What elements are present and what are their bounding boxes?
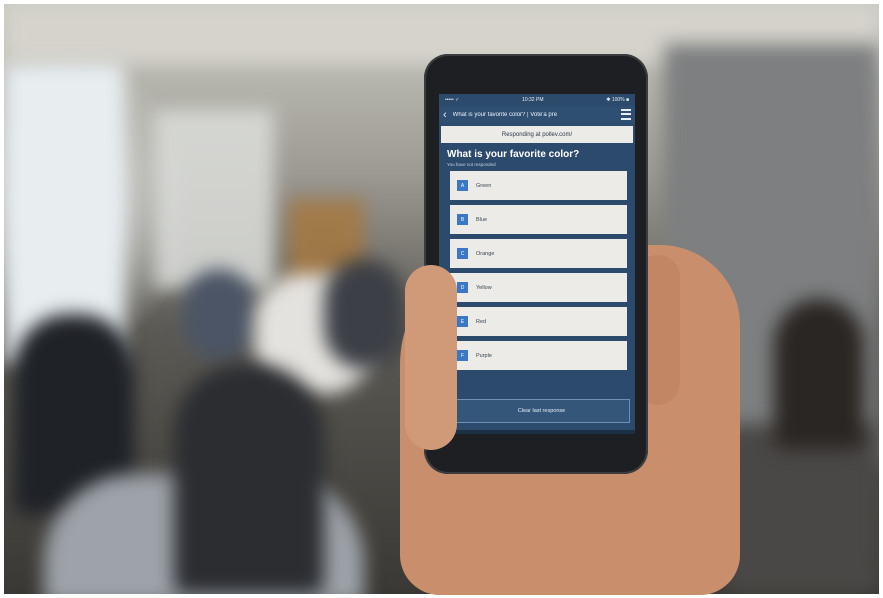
- chevron-left-icon[interactable]: ‹: [443, 109, 447, 121]
- option-label: Purple: [476, 352, 492, 359]
- option-green[interactable]: A Green: [450, 171, 627, 200]
- bottom-bar: [439, 430, 635, 434]
- option-purple[interactable]: F Purple: [450, 341, 627, 370]
- clear-response-button[interactable]: Clear last response: [453, 399, 630, 423]
- thumb: [405, 265, 457, 450]
- option-yellow[interactable]: D Yellow: [450, 273, 627, 302]
- hamburger-menu-icon[interactable]: [621, 109, 631, 120]
- option-red[interactable]: E Red: [450, 307, 627, 336]
- seated-person: [774, 299, 864, 449]
- option-key: E: [457, 316, 468, 327]
- phone-screen: ••••• ✓ 10:32 PM ✱ 100% ■ ‹ What is your…: [439, 94, 635, 434]
- response-status: You have not responded: [447, 162, 496, 167]
- app-bar-title: What is your favorite color? | Vote'a pr…: [452, 111, 558, 118]
- battery-indicator: ✱ 100% ■: [606, 97, 629, 103]
- option-orange[interactable]: C Orange: [450, 239, 627, 268]
- responding-banner: Responding at pollev.com/: [441, 126, 633, 143]
- option-label: Red: [476, 318, 487, 325]
- option-key: C: [457, 248, 468, 259]
- option-key: A: [457, 180, 468, 191]
- status-bar: ••••• ✓ 10:32 PM ✱ 100% ■: [439, 94, 635, 106]
- option-blue[interactable]: B Blue: [450, 205, 627, 234]
- foreground-person: [174, 364, 324, 594]
- option-label: Blue: [476, 216, 488, 223]
- option-key: D: [457, 282, 468, 293]
- option-key: B: [457, 214, 468, 225]
- option-key: F: [457, 350, 468, 361]
- option-label: Orange: [476, 250, 495, 257]
- crowd-person: [324, 259, 404, 369]
- option-label: Green: [476, 182, 492, 189]
- question-title: What is your favorite color?: [447, 149, 580, 160]
- option-label: Yellow: [476, 284, 492, 291]
- app-bar: ‹ What is your favorite color? | Vote'a …: [439, 106, 635, 123]
- clock: 10:32 PM: [522, 97, 544, 103]
- carrier-signal: ••••• ✓: [445, 97, 460, 103]
- window-middle: [154, 109, 274, 289]
- crowd-person: [184, 269, 254, 359]
- table: [724, 424, 879, 594]
